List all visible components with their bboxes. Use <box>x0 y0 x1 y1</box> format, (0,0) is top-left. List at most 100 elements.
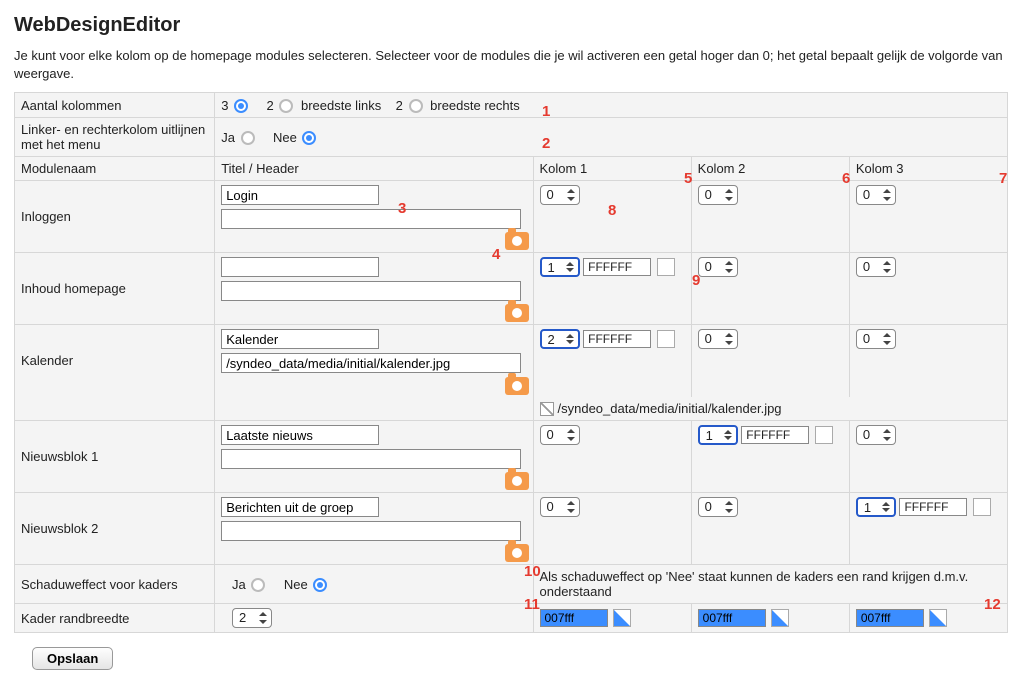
kolom2-cell: 0 <box>691 493 849 565</box>
image-path-input[interactable] <box>221 449 521 469</box>
titel-cell <box>215 493 533 565</box>
titel-input[interactable] <box>221 185 379 205</box>
randkleur-k1-input[interactable]: 007fff <box>540 609 608 627</box>
camera-icon[interactable] <box>505 232 529 250</box>
titel-cell <box>215 253 533 325</box>
order-stepper[interactable]: 0 <box>698 185 738 205</box>
kolom1-cell: 2 FFFFFF <box>533 325 691 397</box>
label-schaduweffect: Schaduweffect voor kaders <box>15 565 215 604</box>
order-stepper[interactable]: 0 <box>856 185 896 205</box>
order-stepper[interactable]: 0 <box>698 329 738 349</box>
kolom3-cell: 0 <box>849 325 1007 397</box>
intro-text: Je kunt voor elke kolom op de homepage m… <box>14 47 1012 82</box>
kolom2-cell: 0 <box>691 325 849 397</box>
order-stepper[interactable]: 0 <box>540 497 580 517</box>
image-preview-path: /syndeo_data/media/initial/kalender.jpg <box>558 401 782 416</box>
randbreedte-stepper[interactable]: 2 <box>232 608 272 628</box>
col-header-kolom1: Kolom 1 <box>533 157 691 181</box>
order-stepper[interactable]: 1 <box>856 497 896 517</box>
kolom1-cell: 0 <box>533 493 691 565</box>
radio-schaduw-ja[interactable] <box>251 578 265 592</box>
annotation-10: 10 <box>524 563 541 580</box>
color-swatch[interactable] <box>657 330 675 348</box>
order-stepper[interactable]: 0 <box>856 425 896 445</box>
titel-cell <box>215 181 533 253</box>
annotation-2: 2 <box>542 135 550 152</box>
settings-table: Aantal kolommen 3 2 breedste links 2 bre… <box>14 92 1008 633</box>
radio-uitlijnen-nee[interactable] <box>302 131 316 145</box>
color-swatch[interactable] <box>657 258 675 276</box>
module-name: Nieuwsblok 1 <box>15 421 215 493</box>
kolom1-cell: 0 <box>533 421 691 493</box>
randkleur-k3-swatch[interactable] <box>929 609 947 627</box>
radio-3-kolommen[interactable] <box>234 99 248 113</box>
label-kader-randbreedte: Kader randbreedte <box>15 604 215 633</box>
module-name: Inloggen <box>15 181 215 253</box>
image-preview-cell: /syndeo_data/media/initial/kalender.jpg <box>533 397 1008 421</box>
image-path-input[interactable] <box>221 521 521 541</box>
color-swatch[interactable] <box>973 498 991 516</box>
module-row: Inhoud homepage1 FFFFFF 00 <box>15 253 1008 325</box>
order-stepper[interactable]: 0 <box>856 329 896 349</box>
camera-icon[interactable] <box>505 472 529 490</box>
randkleur-k1-swatch[interactable] <box>613 609 631 627</box>
randkleur-k2-input[interactable]: 007fff <box>698 609 766 627</box>
kolom2-cell: 1 FFFFFF <box>691 421 849 493</box>
aantal-kolommen-radios: 3 2 breedste links 2 breedste rechts <box>221 97 520 112</box>
radio-uitlijnen-ja[interactable] <box>241 131 255 145</box>
order-stepper[interactable]: 2 <box>540 329 580 349</box>
annotation-4: 4 <box>492 246 500 263</box>
order-stepper[interactable]: 1 <box>698 425 738 445</box>
order-stepper[interactable]: 0 <box>540 425 580 445</box>
module-name: Kalender <box>15 325 215 397</box>
order-stepper[interactable]: 0 <box>856 257 896 277</box>
annotation-8: 8 <box>608 202 616 219</box>
color-swatch[interactable] <box>815 426 833 444</box>
randkleur-k3-input[interactable]: 007fff <box>856 609 924 627</box>
kolom2-cell: 0 <box>691 181 849 253</box>
titel-input[interactable] <box>221 257 379 277</box>
image-path-input[interactable] <box>221 281 521 301</box>
titel-input[interactable] <box>221 329 379 349</box>
titel-cell <box>215 421 533 493</box>
col-header-titel: Titel / Header <box>215 157 533 181</box>
col-header-modulenaam: Modulenaam <box>15 157 215 181</box>
randkleur-k2-swatch[interactable] <box>771 609 789 627</box>
module-row: Inloggen 0 0 0 <box>15 181 1008 253</box>
order-stepper[interactable]: 1 <box>540 257 580 277</box>
kolom1-cell: 1 FFFFFF <box>533 253 691 325</box>
module-row: Nieuwsblok 2 0 0 1 FFFFFF <box>15 493 1008 565</box>
kolom3-cell: 0 <box>849 181 1007 253</box>
camera-icon[interactable] <box>505 377 529 395</box>
annotation-3: 3 <box>398 200 406 217</box>
page-title: WebDesignEditor <box>14 14 1012 37</box>
save-button[interactable]: Opslaan <box>32 647 113 670</box>
annotation-11: 11 <box>524 596 540 613</box>
label-aantal-kolommen: Aantal kolommen <box>15 93 215 118</box>
radio-schaduw-nee[interactable] <box>313 578 327 592</box>
titel-input[interactable] <box>221 425 379 445</box>
camera-icon[interactable] <box>505 544 529 562</box>
order-stepper[interactable]: 0 <box>540 185 580 205</box>
color-input[interactable]: FFFFFF <box>583 330 651 348</box>
radio-2-breedste-rechts[interactable] <box>409 99 423 113</box>
annotation-1: 1 <box>542 103 550 120</box>
titel-cell <box>215 325 533 397</box>
radio-2-breedste-links[interactable] <box>279 99 293 113</box>
image-path-input[interactable] <box>221 209 521 229</box>
annotation-12: 12 <box>984 596 1001 613</box>
col-header-kolom2: Kolom 2 <box>691 157 849 181</box>
annotation-6: 6 <box>842 170 850 187</box>
camera-icon[interactable] <box>505 304 529 322</box>
color-input[interactable]: FFFFFF <box>583 258 651 276</box>
module-row: Nieuwsblok 1 0 1 FFFFFF 0 <box>15 421 1008 493</box>
module-name: Nieuwsblok 2 <box>15 493 215 565</box>
module-row: Kalender 2 FFFFFF 0 0 <box>15 325 1008 397</box>
color-input[interactable]: FFFFFF <box>899 498 967 516</box>
titel-input[interactable] <box>221 497 379 517</box>
color-input[interactable]: FFFFFF <box>741 426 809 444</box>
order-stepper[interactable]: 0 <box>698 257 738 277</box>
image-path-input[interactable] <box>221 353 521 373</box>
order-stepper[interactable]: 0 <box>698 497 738 517</box>
kolom3-cell: 1 FFFFFF <box>849 493 1007 565</box>
